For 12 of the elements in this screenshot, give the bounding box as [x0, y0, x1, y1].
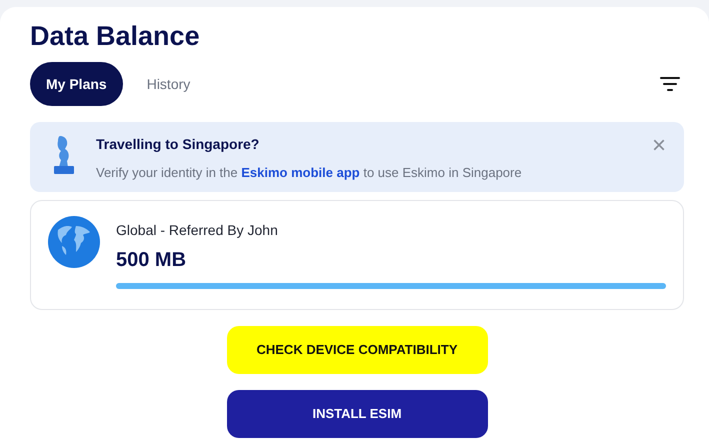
notice-text: Verify your identity in the Eskimo mobile app to use Eskimo in Singapore — [96, 164, 523, 182]
tab[interactable]: My Plans — [30, 62, 123, 106]
page-title: Data Balance — [30, 20, 201, 53]
install-button[interactable]: INSTALL ESIM — [226, 390, 488, 438]
plan-name: Global - Referred By John — [116, 221, 279, 240]
globe-icon — [48, 216, 100, 268]
compatibility-button[interactable]: CHECK DEVICE COMPATIBILITY — [226, 326, 488, 374]
plan-amount: 500 MB — [116, 248, 188, 274]
app-link[interactable]: Eskimo mobile app — [241, 165, 360, 180]
tab[interactable]: History — [130, 62, 206, 106]
filter-icon[interactable] — [660, 76, 680, 92]
notice-heading: Travelling to Singapore? — [96, 135, 260, 154]
